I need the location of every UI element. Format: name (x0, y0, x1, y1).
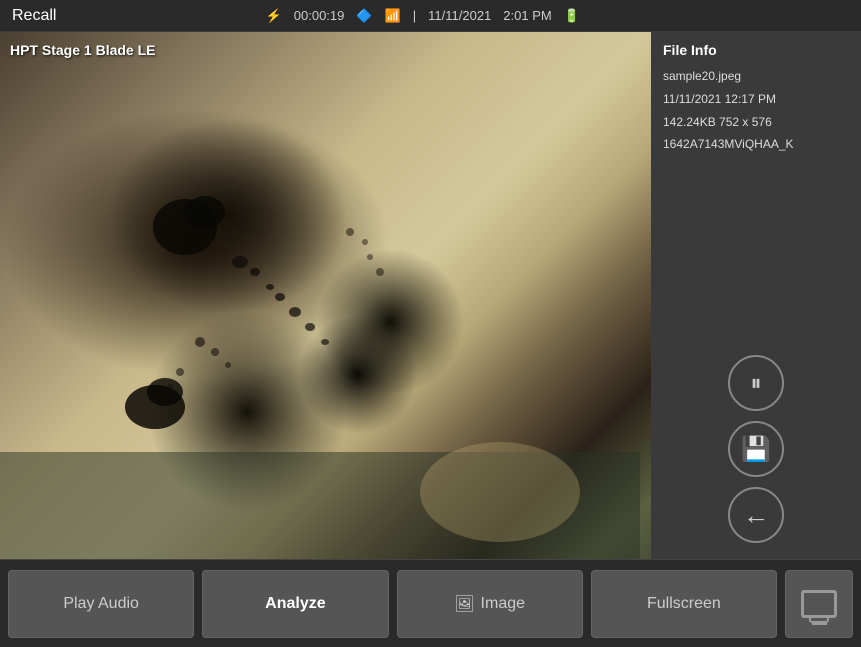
bluetooth-icon: 🔷 (356, 8, 372, 24)
wifi-icon: 📶 (385, 8, 401, 24)
monitor-icon (801, 590, 837, 618)
analyze-button[interactable]: Analyze (202, 570, 388, 638)
time: 2:01 PM (503, 8, 551, 23)
file-info-hash: 1642A7143MViQHAA_K (663, 136, 849, 153)
monitor-button[interactable] (785, 570, 853, 638)
main-area: HPT Stage 1 Blade LE File Info sample20.… (0, 32, 861, 559)
file-info-title: File Info (663, 42, 849, 58)
save-button[interactable]: 💾 (728, 421, 784, 477)
pause-button[interactable]: ⏸ (728, 355, 784, 411)
date: 11/11/2021 (428, 8, 491, 23)
play-audio-button[interactable]: Play Audio (8, 570, 194, 638)
image-icon: 🖼 (454, 594, 474, 614)
fullscreen-button[interactable]: Fullscreen (591, 570, 777, 638)
play-audio-label: Play Audio (63, 595, 139, 613)
battery-icon: 🔋 (564, 8, 580, 24)
video-panel: HPT Stage 1 Blade LE (0, 32, 651, 559)
back-icon: ← (743, 500, 769, 531)
file-info-datetime: 11/11/2021 12:17 PM (663, 91, 849, 108)
activity-icon: ⚡ (266, 8, 282, 24)
titlebar-center: ⚡ 00:00:19 🔷 📶 | 11/11/2021 2:01 PM 🔋 (266, 8, 580, 24)
right-panel: File Info sample20.jpeg 11/11/2021 12:17… (651, 32, 861, 559)
pause-icon: ⏸ (750, 370, 761, 396)
file-info-size: 142.24KB 752 x 576 (663, 114, 849, 131)
blade-image (0, 32, 651, 559)
image-button[interactable]: 🖼 Image (397, 570, 583, 638)
titlebar: Recall ⚡ 00:00:19 🔷 📶 | 11/11/2021 2:01 … (0, 0, 861, 32)
app-name: Recall (12, 7, 56, 25)
control-buttons: ⏸ 💾 ← (651, 339, 861, 559)
file-info-name: sample20.jpeg (663, 68, 849, 85)
save-icon: 💾 (741, 435, 771, 464)
back-button[interactable]: ← (728, 487, 784, 543)
damage-overlay (0, 32, 651, 559)
analyze-label: Analyze (265, 595, 325, 613)
fullscreen-label: Fullscreen (647, 595, 721, 613)
timer: 00:00:19 (294, 8, 345, 23)
bottom-toolbar: Play Audio Analyze 🖼 Image Fullscreen (0, 559, 861, 647)
file-info-section: File Info sample20.jpeg 11/11/2021 12:17… (651, 32, 861, 339)
video-label: HPT Stage 1 Blade LE (10, 42, 155, 58)
image-label: Image (481, 595, 525, 613)
